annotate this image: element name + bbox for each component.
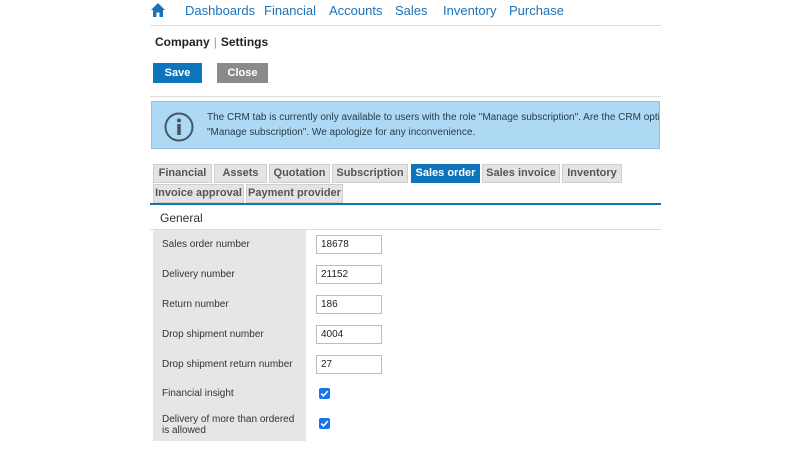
delivery-more-than-ordered-checkbox[interactable] — [319, 418, 330, 429]
divider — [150, 96, 661, 97]
delivery-number-input[interactable] — [316, 265, 382, 284]
delivery-number-label: Delivery number — [162, 269, 235, 280]
delivery-more-than-ordered-label: Delivery of more than ordered is allowed — [162, 414, 294, 436]
return-number-label: Return number — [162, 299, 229, 310]
info-message: The CRM tab is currently only available … — [207, 110, 660, 140]
drop-shipment-return-number-input[interactable] — [316, 355, 382, 374]
tab-underline — [150, 203, 661, 205]
nav-item-financial[interactable]: Financial — [264, 3, 316, 18]
close-button[interactable]: Close — [217, 63, 268, 83]
checkmark-icon — [320, 390, 329, 397]
financial-insight-checkbox[interactable] — [319, 388, 330, 399]
info-icon — [164, 112, 194, 142]
home-icon[interactable] — [150, 2, 166, 18]
return-number-input[interactable] — [316, 295, 382, 314]
breadcrumb-separator: | — [213, 35, 217, 49]
tab-subscription[interactable]: Subscription — [332, 164, 408, 183]
breadcrumb-parent: Company — [155, 35, 210, 49]
financial-insight-label: Financial insight — [162, 388, 234, 399]
tab-sales-order[interactable]: Sales order — [411, 164, 480, 183]
nav-item-purchase[interactable]: Purchase — [509, 3, 564, 18]
drop-shipment-number-input[interactable] — [316, 325, 382, 344]
sales-order-number-input[interactable] — [316, 235, 382, 254]
label-line: Delivery of more than ordered — [162, 414, 295, 425]
tab-financial[interactable]: Financial — [153, 164, 212, 183]
checkmark-icon — [320, 420, 329, 427]
top-navigation: Dashboards Financial Accounts Sales Inve… — [150, 0, 661, 26]
nav-item-sales[interactable]: Sales — [395, 3, 428, 18]
tab-payment-provider[interactable]: Payment provider — [246, 184, 343, 203]
drop-shipment-return-number-label: Drop shipment return number — [162, 359, 293, 370]
drop-shipment-number-label: Drop shipment number — [162, 329, 264, 340]
tab-assets[interactable]: Assets — [214, 164, 267, 183]
breadcrumb: Company | Settings — [155, 35, 268, 49]
tab-quotation[interactable]: Quotation — [269, 164, 330, 183]
sales-order-number-label: Sales order number — [162, 239, 250, 250]
section-title: General — [160, 211, 203, 225]
info-message-line: "Manage subscription". We apologize for … — [207, 127, 476, 138]
info-message-line: The CRM tab is currently only available … — [207, 112, 660, 123]
nav-item-inventory[interactable]: Inventory — [443, 3, 496, 18]
tab-invoice-approval[interactable]: Invoice approval — [153, 184, 244, 203]
breadcrumb-current: Settings — [220, 35, 269, 49]
tab-sales-invoice[interactable]: Sales invoice — [482, 164, 560, 183]
save-button[interactable]: Save — [153, 63, 202, 83]
info-banner: The CRM tab is currently only available … — [151, 101, 660, 149]
nav-item-accounts[interactable]: Accounts — [329, 3, 382, 18]
tab-inventory[interactable]: Inventory — [562, 164, 622, 183]
label-line: is allowed — [162, 425, 206, 436]
nav-item-dashboards[interactable]: Dashboards — [185, 3, 255, 18]
